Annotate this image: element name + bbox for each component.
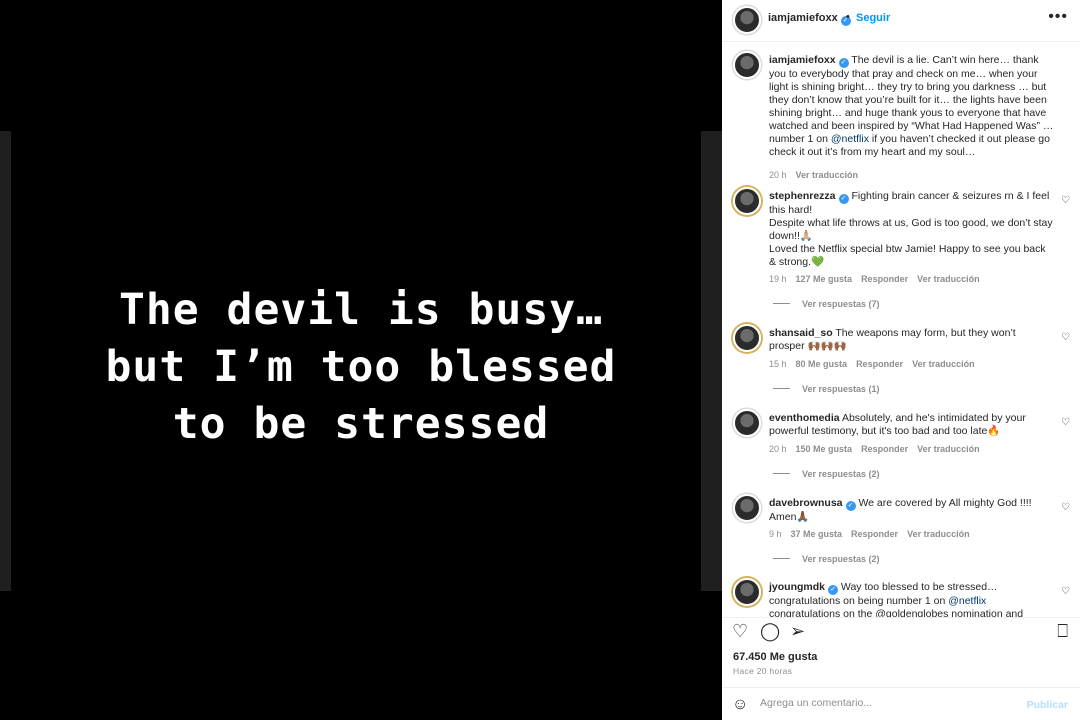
- verified-badge-icon: ✓: [838, 194, 849, 204]
- likes-count[interactable]: 67.450 Me gusta: [733, 651, 817, 663]
- reply-button[interactable]: Responder: [856, 359, 903, 369]
- story-text: The devil is busy… but I’m too blessed t…: [11, 282, 711, 453]
- like-heart-icon[interactable]: ♡: [1061, 332, 1070, 343]
- view-replies-label[interactable]: Ver respuestas (7): [802, 299, 880, 309]
- story-line-3: to be stressed: [172, 399, 550, 449]
- story-line-2: but I’m too blessed: [105, 342, 617, 392]
- comment-likes[interactable]: 37 Me gusta: [791, 529, 843, 539]
- share-icon[interactable]: ➢: [790, 621, 805, 642]
- view-replies-label[interactable]: Ver respuestas (2): [802, 469, 880, 479]
- avatar[interactable]: [733, 409, 761, 437]
- comment-meta: 15 h 80 Me gusta Responder Ver traducción: [769, 359, 984, 369]
- comment-text: shansaid_so The weapons may form, but th…: [769, 327, 1054, 353]
- story-line-1: The devil is busy…: [119, 285, 603, 335]
- comment-input[interactable]: [760, 697, 1020, 709]
- post-time: Hace 20 horas: [733, 666, 793, 676]
- caption-meta: 20 h Ver traducción: [769, 170, 867, 180]
- mention-link[interactable]: @netflix: [831, 133, 869, 145]
- verified-badge-icon: ✓: [845, 501, 856, 511]
- translate-link[interactable]: Ver traducción: [912, 359, 975, 369]
- comment-time: 9 h: [769, 529, 782, 539]
- comment-time: 20 h: [769, 444, 787, 454]
- replies-line: [773, 558, 790, 559]
- comment-meta: 9 h 37 Me gusta Responder Ver traducción: [769, 529, 979, 539]
- mention-link[interactable]: @netflix: [948, 595, 986, 607]
- reply-button[interactable]: Responder: [861, 444, 908, 454]
- avatar[interactable]: [733, 324, 761, 352]
- separator-dot: •: [846, 11, 850, 23]
- view-replies-button[interactable]: Ver respuestas (7): [773, 299, 880, 309]
- comment-likes[interactable]: 127 Me gusta: [796, 274, 853, 284]
- comment-body-cut: congratulations on the @goldenglobes nom…: [769, 608, 1024, 617]
- avatar[interactable]: [733, 578, 761, 606]
- caption-text: iamjamiefoxx ✓ The devil is a lie. Can’t …: [769, 54, 1054, 159]
- post-sidebar: iamjamiefoxx ✓ • Seguir ••• iamjamiefoxx ✓…: [722, 0, 1080, 720]
- comment-time: 15 h: [769, 359, 787, 369]
- comment-text: stephenrezza ✓ Fighting brain cancer & se…: [769, 190, 1054, 269]
- comment-meta: 19 h 127 Me gusta Responder Ver traducción: [769, 274, 989, 284]
- avatar[interactable]: [733, 51, 761, 79]
- avatar[interactable]: [733, 6, 761, 34]
- header-username[interactable]: iamjamiefoxx ✓: [768, 12, 851, 26]
- verified-badge-icon: ✓: [828, 585, 839, 595]
- like-heart-icon[interactable]: ♡: [1061, 417, 1070, 428]
- comment-text: eventhomedia Absolutely, and he's intimi…: [769, 412, 1054, 438]
- comment-username[interactable]: shansaid_so: [769, 327, 833, 339]
- avatar[interactable]: [733, 187, 761, 215]
- emoji-icon[interactable]: ☺: [732, 696, 748, 714]
- translate-link[interactable]: Ver traducción: [907, 529, 970, 539]
- replies-line: [773, 388, 790, 389]
- post-header: iamjamiefoxx ✓ • Seguir •••: [722, 0, 1080, 42]
- post-actions: ♡ ◯ ➢ ⎕: [722, 617, 1080, 647]
- instagram-post-modal: The devil is busy… but I’m too blessed t…: [0, 0, 1080, 720]
- comment-username[interactable]: stephenrezza: [769, 190, 836, 202]
- comment-time: 19 h: [769, 274, 787, 284]
- follow-button[interactable]: Seguir: [856, 12, 890, 24]
- caption-body-1: The devil is a lie. Can’t win here… than…: [769, 54, 1054, 145]
- heart-icon[interactable]: ♡: [732, 621, 748, 642]
- view-replies-button[interactable]: Ver respuestas (1): [773, 384, 880, 394]
- username-text[interactable]: iamjamiefoxx: [768, 12, 838, 24]
- verified-badge-icon: ✓: [838, 58, 849, 68]
- like-heart-icon[interactable]: ♡: [1061, 502, 1070, 513]
- translate-link[interactable]: Ver traducción: [917, 444, 980, 454]
- comment-username[interactable]: davebrownusa: [769, 497, 843, 509]
- media-left-border: [0, 131, 11, 591]
- comments-list[interactable]: iamjamiefoxx ✓ The devil is a lie. Can’t …: [722, 43, 1080, 617]
- view-replies-label[interactable]: Ver respuestas (2): [802, 554, 880, 564]
- reply-button[interactable]: Responder: [861, 274, 908, 284]
- replies-line: [773, 303, 790, 304]
- translate-link[interactable]: Ver traducción: [796, 170, 859, 180]
- reply-button[interactable]: Responder: [851, 529, 898, 539]
- bookmark-icon[interactable]: ⎕: [1057, 621, 1068, 642]
- comment-text: davebrownusa ✓ We are covered by All migh…: [769, 497, 1054, 524]
- view-replies-label[interactable]: Ver respuestas (1): [802, 384, 880, 394]
- comment-username[interactable]: jyoungmdk: [769, 581, 825, 593]
- post-media: The devil is busy… but I’m too blessed t…: [0, 0, 722, 720]
- publish-button[interactable]: Publicar: [1027, 699, 1068, 711]
- comment-likes[interactable]: 80 Me gusta: [796, 359, 848, 369]
- like-heart-icon[interactable]: ♡: [1061, 195, 1070, 206]
- caption-username[interactable]: iamjamiefoxx: [769, 54, 836, 66]
- comment-likes[interactable]: 150 Me gusta: [796, 444, 853, 454]
- avatar[interactable]: [733, 494, 761, 522]
- view-replies-button[interactable]: Ver respuestas (2): [773, 554, 880, 564]
- comment-username[interactable]: eventhomedia: [769, 412, 840, 424]
- translate-link[interactable]: Ver traducción: [917, 274, 980, 284]
- view-replies-button[interactable]: Ver respuestas (2): [773, 469, 880, 479]
- more-icon[interactable]: •••: [1048, 8, 1068, 26]
- replies-line: [773, 473, 790, 474]
- caption-time: 20 h: [769, 170, 787, 180]
- comment-text: jyoungmdk ✓ Way too blessed to be stresse…: [769, 581, 1054, 617]
- comment-composer: ☺ Publicar: [722, 687, 1080, 720]
- comment-icon[interactable]: ◯: [760, 621, 780, 642]
- comment-meta: 20 h 150 Me gusta Responder Ver traducción: [769, 444, 989, 454]
- like-heart-icon[interactable]: ♡: [1061, 586, 1070, 597]
